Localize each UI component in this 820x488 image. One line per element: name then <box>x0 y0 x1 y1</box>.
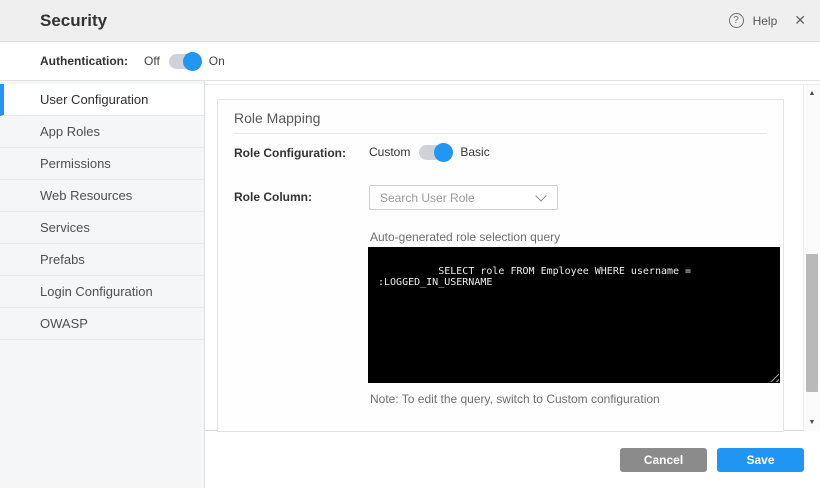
resize-grip-icon[interactable] <box>769 372 779 382</box>
sidebar-item-user-configuration[interactable]: User Configuration <box>0 84 204 116</box>
settings-sidebar: User Configuration App Roles Permissions… <box>0 81 205 488</box>
panel-title: Role Mapping <box>234 110 320 126</box>
help-icon[interactable]: ? <box>729 13 744 28</box>
sidebar-item-services[interactable]: Services <box>0 212 204 244</box>
toggle-knob <box>183 52 202 71</box>
toggle-knob <box>434 143 453 162</box>
help-link[interactable]: Help <box>753 14 778 28</box>
query-caption: Auto-generated role selection query <box>370 230 560 244</box>
vertical-scrollbar[interactable]: ▲ ▼ <box>803 85 820 431</box>
sidebar-item-login-configuration[interactable]: Login Configuration <box>0 276 204 308</box>
close-icon[interactable]: ✕ <box>794 12 806 29</box>
header-actions: ? Help ✕ <box>729 0 806 41</box>
role-configuration-label: Role Configuration: <box>234 146 346 160</box>
divider <box>234 133 767 134</box>
scrollbar-thumb[interactable] <box>806 254 818 392</box>
sidebar-item-prefabs[interactable]: Prefabs <box>0 244 204 276</box>
cancel-button[interactable]: Cancel <box>620 448 707 472</box>
custom-option-label: Custom <box>369 145 410 159</box>
authentication-toggle[interactable] <box>169 54 200 69</box>
role-column-label: Role Column: <box>234 190 312 204</box>
sidebar-item-owasp[interactable]: OWASP <box>0 308 204 340</box>
query-note: Note: To edit the query, switch to Custo… <box>370 392 660 406</box>
chevron-down-icon <box>535 190 546 201</box>
role-configuration-toggle[interactable] <box>419 145 451 160</box>
scroll-viewport: Role Mapping Role Configuration: Custom … <box>205 84 820 431</box>
role-configuration-controls: Custom Basic <box>369 140 490 164</box>
scroll-down-icon[interactable]: ▼ <box>804 415 820 430</box>
page-title: Security <box>40 0 107 41</box>
sidebar-item-app-roles[interactable]: App Roles <box>0 116 204 148</box>
authentication-bar: Authentication: Off On <box>0 42 820 81</box>
authentication-label: Authentication: <box>40 54 128 68</box>
authentication-off-label: Off <box>144 54 160 68</box>
save-button[interactable]: Save <box>717 448 804 472</box>
basic-option-label: Basic <box>460 145 489 159</box>
dialog-header: Security ? Help ✕ <box>0 0 820 42</box>
query-editor[interactable]: SELECT role FROM Employee WHERE username… <box>368 247 780 383</box>
role-column-select[interactable]: Search User Role <box>369 185 558 210</box>
select-placeholder: Search User Role <box>370 191 537 205</box>
sidebar-item-permissions[interactable]: Permissions <box>0 148 204 180</box>
main-content: Role Mapping Role Configuration: Custom … <box>205 81 820 488</box>
role-mapping-panel: Role Mapping Role Configuration: Custom … <box>217 99 784 432</box>
authentication-on-label: On <box>209 54 225 68</box>
query-text: SELECT role FROM Employee WHERE username… <box>378 266 697 288</box>
scroll-up-icon[interactable]: ▲ <box>804 86 820 101</box>
sidebar-item-web-resources[interactable]: Web Resources <box>0 180 204 212</box>
security-dialog: Security ? Help ✕ Authentication: Off On… <box>0 0 820 488</box>
